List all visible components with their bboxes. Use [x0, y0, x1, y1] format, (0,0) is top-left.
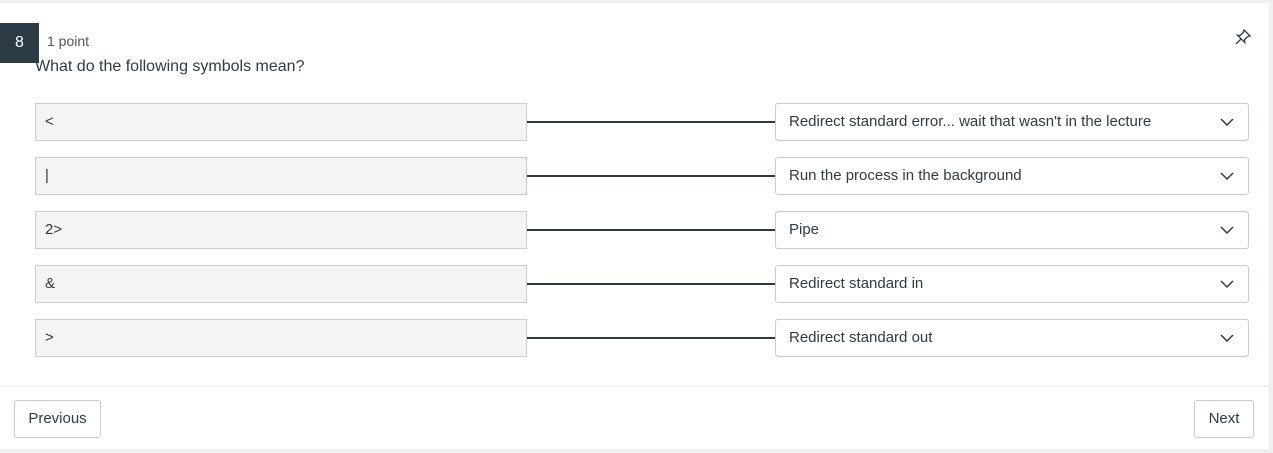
question-number-badge: 8 — [0, 23, 39, 63]
chevron-down-icon — [1220, 334, 1234, 343]
question-card: 8 1 point What do the following symbols … — [0, 3, 1269, 449]
previous-button[interactable]: Previous — [14, 400, 101, 438]
next-button[interactable]: Next — [1194, 400, 1254, 438]
question-text: What do the following symbols mean? — [35, 58, 305, 75]
match-row: | Run the process in the background — [35, 157, 1249, 195]
match-row: > Redirect standard out — [35, 319, 1249, 357]
answer-selected-value: Redirect standard error... wait that was… — [789, 113, 1152, 130]
match-prompt: & — [35, 265, 527, 303]
match-prompt: | — [35, 157, 527, 195]
connector-line — [527, 337, 775, 339]
chevron-down-icon — [1220, 118, 1234, 127]
match-row: & Redirect standard in — [35, 265, 1249, 303]
chevron-down-icon — [1220, 280, 1234, 289]
answer-dropdown[interactable]: Redirect standard out — [775, 319, 1249, 357]
connector-line — [527, 121, 775, 123]
connector-line — [527, 229, 775, 231]
answer-selected-value: Run the process in the background — [789, 167, 1022, 184]
match-prompt: 2> — [35, 211, 527, 249]
answer-selected-value: Redirect standard in — [789, 275, 924, 292]
answer-selected-value: Pipe — [789, 221, 820, 238]
connector-line — [527, 283, 775, 285]
connector-line — [527, 175, 775, 177]
answer-dropdown[interactable]: Run the process in the background — [775, 157, 1249, 195]
chevron-down-icon — [1220, 226, 1234, 235]
answer-selected-value: Redirect standard out — [789, 329, 933, 346]
pin-icon[interactable] — [1233, 27, 1253, 47]
answer-dropdown[interactable]: Pipe — [775, 211, 1249, 249]
match-row: 2> Pipe — [35, 211, 1249, 249]
match-prompt: > — [35, 319, 527, 357]
match-prompt: < — [35, 103, 527, 141]
match-row: < Redirect standard error... wait that w… — [35, 103, 1249, 141]
answer-dropdown[interactable]: Redirect standard error... wait that was… — [775, 103, 1249, 141]
chevron-down-icon — [1220, 172, 1234, 181]
footer-divider — [0, 386, 1269, 387]
question-points: 1 point — [47, 33, 90, 49]
answer-dropdown[interactable]: Redirect standard in — [775, 265, 1249, 303]
